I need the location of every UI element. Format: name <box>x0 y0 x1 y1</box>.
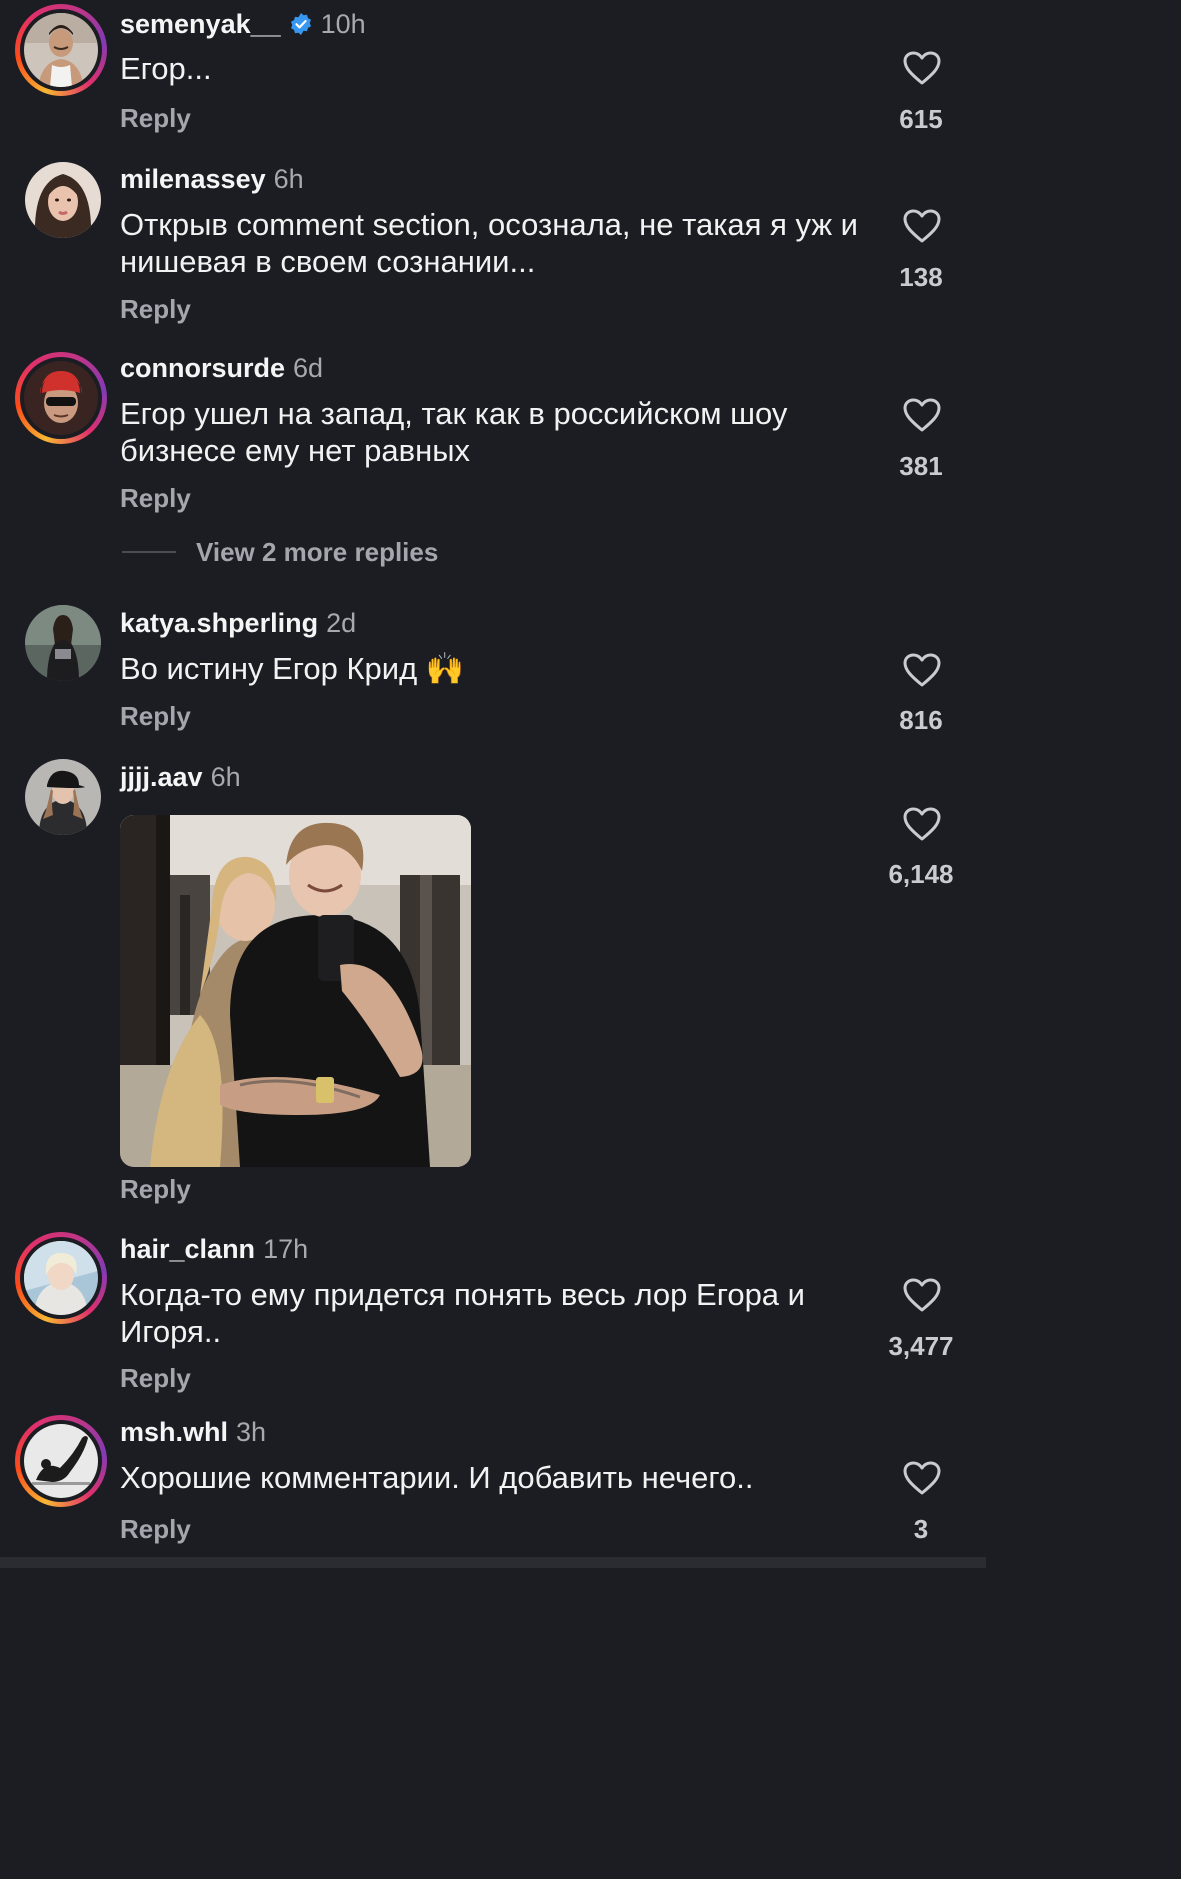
bottom-divider <box>0 1557 986 1568</box>
reply-button[interactable]: Reply <box>120 1362 191 1394</box>
username[interactable]: connorsurde <box>120 353 285 383</box>
comment-header: hair_clann 17h <box>120 1233 308 1265</box>
avatar-man-red-beanie-sunglasses-icon <box>24 361 98 435</box>
avatar-frame <box>20 357 102 439</box>
avatar[interactable] <box>15 352 107 444</box>
avatar-woman-cap-icon <box>25 759 101 835</box>
view-more-replies-button[interactable]: View 2 more replies <box>196 537 438 568</box>
comment-header: jjjj.aav 6h <box>120 761 241 793</box>
comment-header: katya.shperling 2d <box>120 607 356 639</box>
heart-icon[interactable] <box>902 397 942 433</box>
avatar-man-tank-top-icon <box>24 13 98 87</box>
avatar[interactable] <box>15 4 107 96</box>
heart-icon[interactable] <box>902 652 942 688</box>
comment-text: Когда-то ему придется понять весь лор Ег… <box>120 1277 805 1349</box>
reply-button[interactable]: Reply <box>120 1173 191 1205</box>
heart-icon[interactable] <box>902 1460 942 1496</box>
like-count: 3 <box>913 1514 929 1544</box>
avatar-frame <box>20 9 102 91</box>
view-replies-line <box>122 551 176 553</box>
username[interactable]: jjjj.aav <box>120 762 203 792</box>
comment-time: 3h <box>236 1417 267 1447</box>
avatar[interactable] <box>25 605 101 681</box>
heart-icon[interactable] <box>902 208 942 244</box>
comment-header: milenassey 6h <box>120 163 304 195</box>
avatar[interactable] <box>25 759 101 835</box>
username[interactable]: msh.whl <box>120 1417 228 1447</box>
comment-header: msh.whl 3h <box>120 1416 266 1448</box>
heart-icon[interactable] <box>902 806 942 842</box>
avatar[interactable] <box>15 1232 107 1324</box>
avatar[interactable] <box>25 162 101 238</box>
comment-time: 2d <box>326 608 357 638</box>
like-count: 816 <box>899 705 943 735</box>
comment-time: 6h <box>273 164 304 194</box>
avatar-yoga-silhouette-icon <box>24 1424 98 1498</box>
avatar-woman-portrait-icon <box>25 162 101 238</box>
like-count: 3,477 <box>888 1331 954 1361</box>
comment-text: Во истину Егор Крид 🙌 <box>120 651 465 686</box>
comment-time: 6h <box>210 762 241 792</box>
username[interactable]: milenassey <box>120 164 266 194</box>
avatar-blonde-person-icon <box>24 1241 98 1315</box>
verified-badge-icon <box>289 11 313 35</box>
like-count: 138 <box>899 262 943 292</box>
comment-text: Хорошие комментарии. И добавить нечего.. <box>120 1460 754 1495</box>
comment-text: Егор ушел на запад, так как в российском… <box>120 396 788 468</box>
comment-header: connorsurde 6d <box>120 352 323 384</box>
comment-text: Егор... <box>120 51 212 86</box>
comment-time: 6d <box>293 353 324 383</box>
couple-mirror-selfie-photo-icon <box>120 815 471 1167</box>
heart-icon[interactable] <box>902 1277 942 1313</box>
comment-header: semenyak__ 10h <box>120 8 366 40</box>
avatar-frame <box>20 1237 102 1319</box>
comment-image[interactable] <box>120 815 471 1167</box>
avatar-frame <box>20 1420 102 1502</box>
like-count: 6,148 <box>888 859 954 889</box>
username[interactable]: katya.shperling <box>120 608 318 638</box>
username[interactable]: hair_clann <box>120 1234 255 1264</box>
reply-button[interactable]: Reply <box>120 482 191 514</box>
like-count: 615 <box>899 104 943 134</box>
reply-button[interactable]: Reply <box>120 700 191 732</box>
avatar-woman-dark-outfit-icon <box>25 605 101 681</box>
avatar[interactable] <box>15 1415 107 1507</box>
reply-button[interactable]: Reply <box>120 102 191 134</box>
comment-time: 10h <box>320 9 366 39</box>
reply-button[interactable]: Reply <box>120 1513 191 1545</box>
comment-time: 17h <box>263 1234 309 1264</box>
comment-text: Открыв comment section, осознала, не так… <box>120 207 858 279</box>
like-count: 381 <box>899 451 943 481</box>
username[interactable]: semenyak__ <box>120 9 281 39</box>
heart-icon[interactable] <box>902 50 942 86</box>
reply-button[interactable]: Reply <box>120 293 191 325</box>
